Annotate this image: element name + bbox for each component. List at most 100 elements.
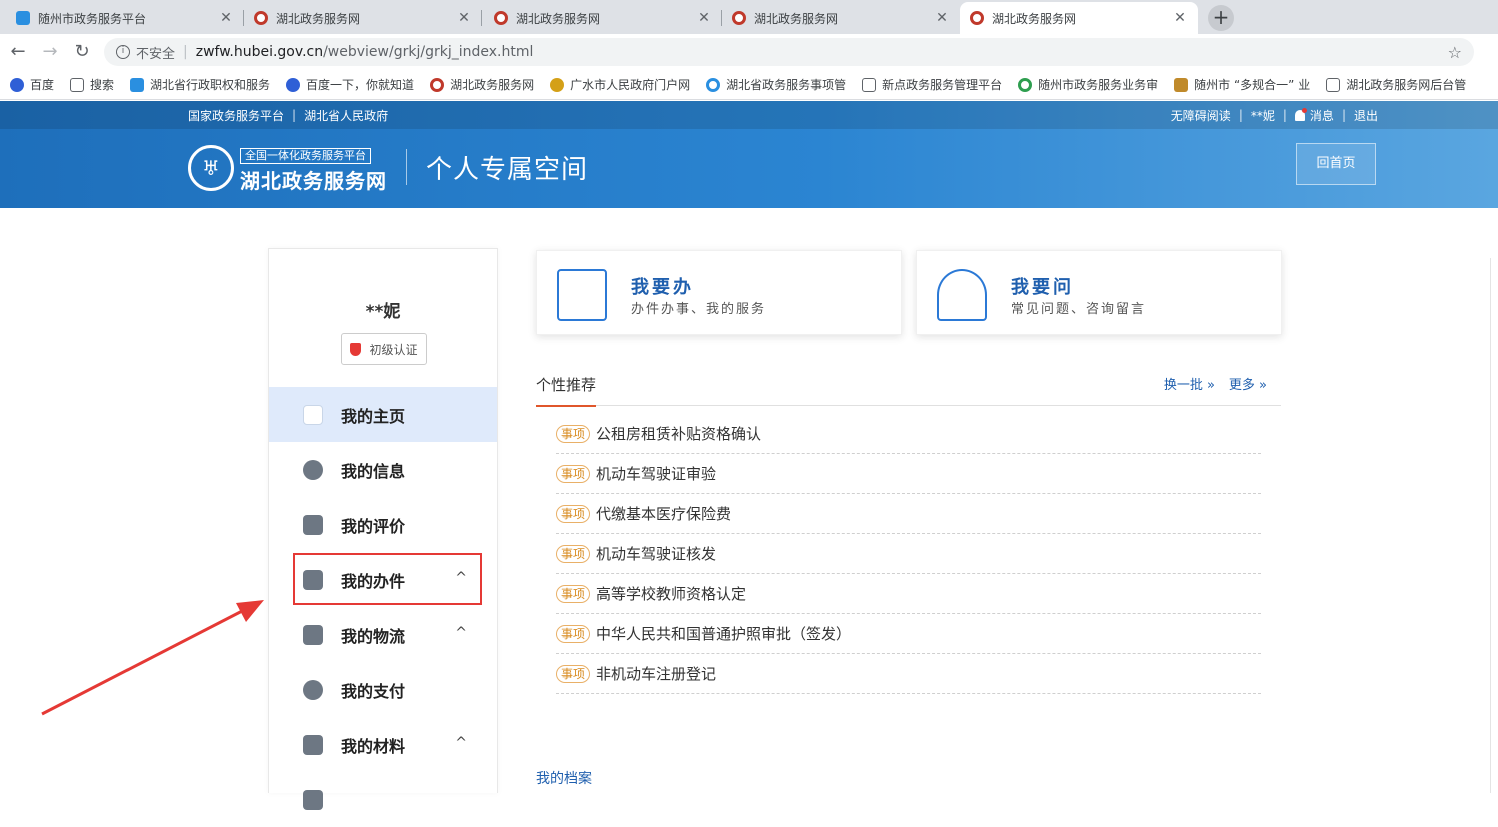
forward-arrow-icon[interactable]: →	[38, 40, 62, 64]
seal-favicon-icon	[494, 11, 508, 25]
item-tag: 事项	[556, 584, 591, 603]
home-button[interactable]: 回首页	[1296, 143, 1376, 185]
reload-icon[interactable]: ↻	[70, 40, 94, 64]
list-item[interactable]: 事项 公租房租赁补贴资格确认	[556, 414, 1261, 454]
bookmark-star-icon[interactable]: ☆	[1448, 43, 1462, 62]
bookmark-item[interactable]: 湖北省政务服务事项管	[706, 76, 846, 93]
item-tag: 事项	[556, 424, 591, 443]
info-icon[interactable]: i	[116, 45, 130, 59]
sidebar-item-label: 我的物流	[341, 626, 406, 646]
header-topbar: 国家政务服务平台 | 湖北省人民政府 无障碍阅读 | **妮 | 消息 | 退出	[0, 101, 1498, 129]
bookmark-item[interactable]: 湖北省行政职权和服务	[130, 76, 270, 93]
item-tag: 事项	[556, 464, 591, 483]
list-item[interactable]: 事项 非机动车注册登记	[556, 654, 1261, 694]
browser-tab[interactable]: 湖北政务服务网 ✕	[244, 2, 482, 34]
browser-tab-active[interactable]: 湖北政务服务网 ✕	[960, 2, 1198, 34]
user-name-link[interactable]: **妮	[1251, 107, 1275, 124]
bookmark-item[interactable]: 随州市 “多规合一” 业	[1174, 76, 1310, 93]
chevron-up-icon[interactable]: ^	[455, 625, 467, 641]
security-label: 不安全	[136, 46, 176, 62]
seal-favicon-icon	[970, 11, 984, 25]
logo-title[interactable]: 湖北政务服务网	[240, 165, 387, 194]
my-archive-link[interactable]: 我的档案	[536, 768, 592, 788]
item-title[interactable]: 非机动车注册登记	[596, 663, 716, 684]
badge-icon	[1018, 77, 1033, 92]
auth-level-badge[interactable]: 初级认证	[341, 333, 427, 365]
bookmark-item[interactable]: 随州市政务服务业务审	[1018, 76, 1158, 93]
emblem-icon	[550, 77, 565, 92]
close-tab-icon[interactable]: ✕	[456, 10, 472, 26]
browser-toolbar: ← → ↻ i 不安全 | zwfw.hubei.gov.cn /webview…	[0, 34, 1498, 70]
sidebar: **妮 初级认证 我的主页 我的信息 我的评价 我的办件 ^ 我的物流 ^ 我的…	[268, 248, 498, 810]
seal-icon	[430, 77, 445, 92]
card-consult[interactable]: 我要问 常见问题、咨询留言	[916, 250, 1282, 335]
national-platform-link[interactable]: 国家政务服务平台	[188, 107, 284, 124]
sidebar-item-partial[interactable]	[269, 772, 497, 827]
bookmark-item[interactable]: 湖北政务服务网	[430, 76, 534, 93]
sidebar-item-label: 我的信息	[341, 461, 406, 481]
list-item[interactable]: 事项 中华人民共和国普通护照审批（签发）	[556, 614, 1261, 654]
cloud-favicon-icon	[16, 11, 30, 25]
list-item[interactable]: 事项 高等学校教师资格认定	[556, 574, 1261, 614]
item-title[interactable]: 中华人民共和国普通护照审批（签发）	[596, 623, 851, 644]
bookmark-item[interactable]: 新点政务服务管理平台	[862, 76, 1002, 93]
accessibility-link[interactable]: 无障碍阅读	[1171, 107, 1231, 124]
annotation-highlight-box	[293, 553, 482, 605]
folder-icon	[303, 734, 323, 755]
list-item[interactable]: 事项 机动车驾驶证核发	[556, 534, 1261, 574]
browser-tab[interactable]: 湖北政务服务网 ✕	[722, 2, 960, 34]
url-path: /webview/grkj/grkj_index.html	[323, 44, 534, 60]
refresh-batch-link[interactable]: 换一批 »	[1164, 374, 1215, 393]
sidebar-item-reviews[interactable]: 我的评价	[269, 497, 497, 552]
item-title[interactable]: 高等学校教师资格认定	[596, 583, 746, 604]
close-tab-icon[interactable]: ✕	[934, 10, 950, 26]
item-title[interactable]: 代缴基本医疗保险费	[596, 503, 731, 524]
logout-link[interactable]: 退出	[1354, 107, 1378, 124]
bookmark-item[interactable]: 搜索	[70, 76, 114, 93]
card-handle-affairs[interactable]: 我要办 办件办事、我的服务	[536, 250, 902, 335]
sidebar-item-label: 我的材料	[341, 736, 406, 756]
sidebar-item-home[interactable]: 我的主页	[269, 387, 497, 442]
page-icon	[862, 77, 877, 92]
sidebar-item-materials[interactable]: 我的材料 ^	[269, 717, 497, 772]
close-tab-icon[interactable]: ✕	[696, 10, 712, 26]
separator: |	[1282, 108, 1287, 122]
bookmark-item[interactable]: 百度	[10, 76, 54, 93]
bookmark-item[interactable]: 百度一下，你就知道	[286, 76, 414, 93]
sidebar-item-payments[interactable]: 我的支付	[269, 662, 497, 717]
paw-icon	[286, 77, 301, 92]
item-tag: 事项	[556, 624, 591, 643]
list-item[interactable]: 事项 代缴基本医疗保险费	[556, 494, 1261, 534]
handle-affairs-icon	[557, 269, 607, 321]
messages-link[interactable]: 消息	[1310, 107, 1334, 124]
sidebar-username: **妮	[365, 302, 401, 322]
yen-icon	[303, 679, 323, 700]
close-tab-icon[interactable]: ✕	[218, 10, 234, 26]
seal-favicon-icon	[732, 11, 746, 25]
sidebar-item-info[interactable]: 我的信息	[269, 442, 497, 497]
bookmark-item[interactable]: 湖北政务服务网后台管	[1326, 76, 1466, 93]
logo-emblem-icon[interactable]: ♅	[188, 145, 234, 191]
item-title[interactable]: 公租房租赁补贴资格确认	[596, 423, 761, 444]
more-link[interactable]: 更多 »	[1229, 374, 1267, 393]
paw-icon	[10, 77, 24, 92]
back-arrow-icon[interactable]: ←	[6, 40, 30, 64]
list-item[interactable]: 事项 机动车驾驶证审验	[556, 454, 1261, 494]
logo-divider	[406, 149, 407, 185]
new-tab-button[interactable]: +	[1208, 5, 1234, 31]
url-host: zwfw.hubei.gov.cn	[195, 44, 324, 60]
item-tag: 事项	[556, 664, 591, 683]
item-title[interactable]: 机动车驾驶证审验	[596, 463, 716, 484]
browser-tab[interactable]: 随州市政务服务平台 ✕	[6, 2, 244, 34]
tab-label: 湖北政务服务网	[754, 11, 839, 26]
browser-tab[interactable]: 湖北政务服务网 ✕	[484, 2, 722, 34]
provincial-government-link[interactable]: 湖北省人民政府	[304, 107, 388, 124]
sidebar-item-logistics[interactable]: 我的物流 ^	[269, 607, 497, 662]
item-title[interactable]: 机动车驾驶证核发	[596, 543, 716, 564]
close-tab-icon[interactable]: ✕	[1172, 10, 1188, 26]
bookmark-item[interactable]: 广水市人民政府门户网	[550, 76, 690, 93]
bookmark-label: 百度	[30, 78, 55, 92]
address-bar[interactable]: i 不安全 | zwfw.hubei.gov.cn /webview/grkj/…	[104, 38, 1474, 66]
recommend-header: 个性推荐 换一批 » 更多 »	[536, 366, 1281, 407]
chevron-up-icon[interactable]: ^	[455, 735, 467, 751]
